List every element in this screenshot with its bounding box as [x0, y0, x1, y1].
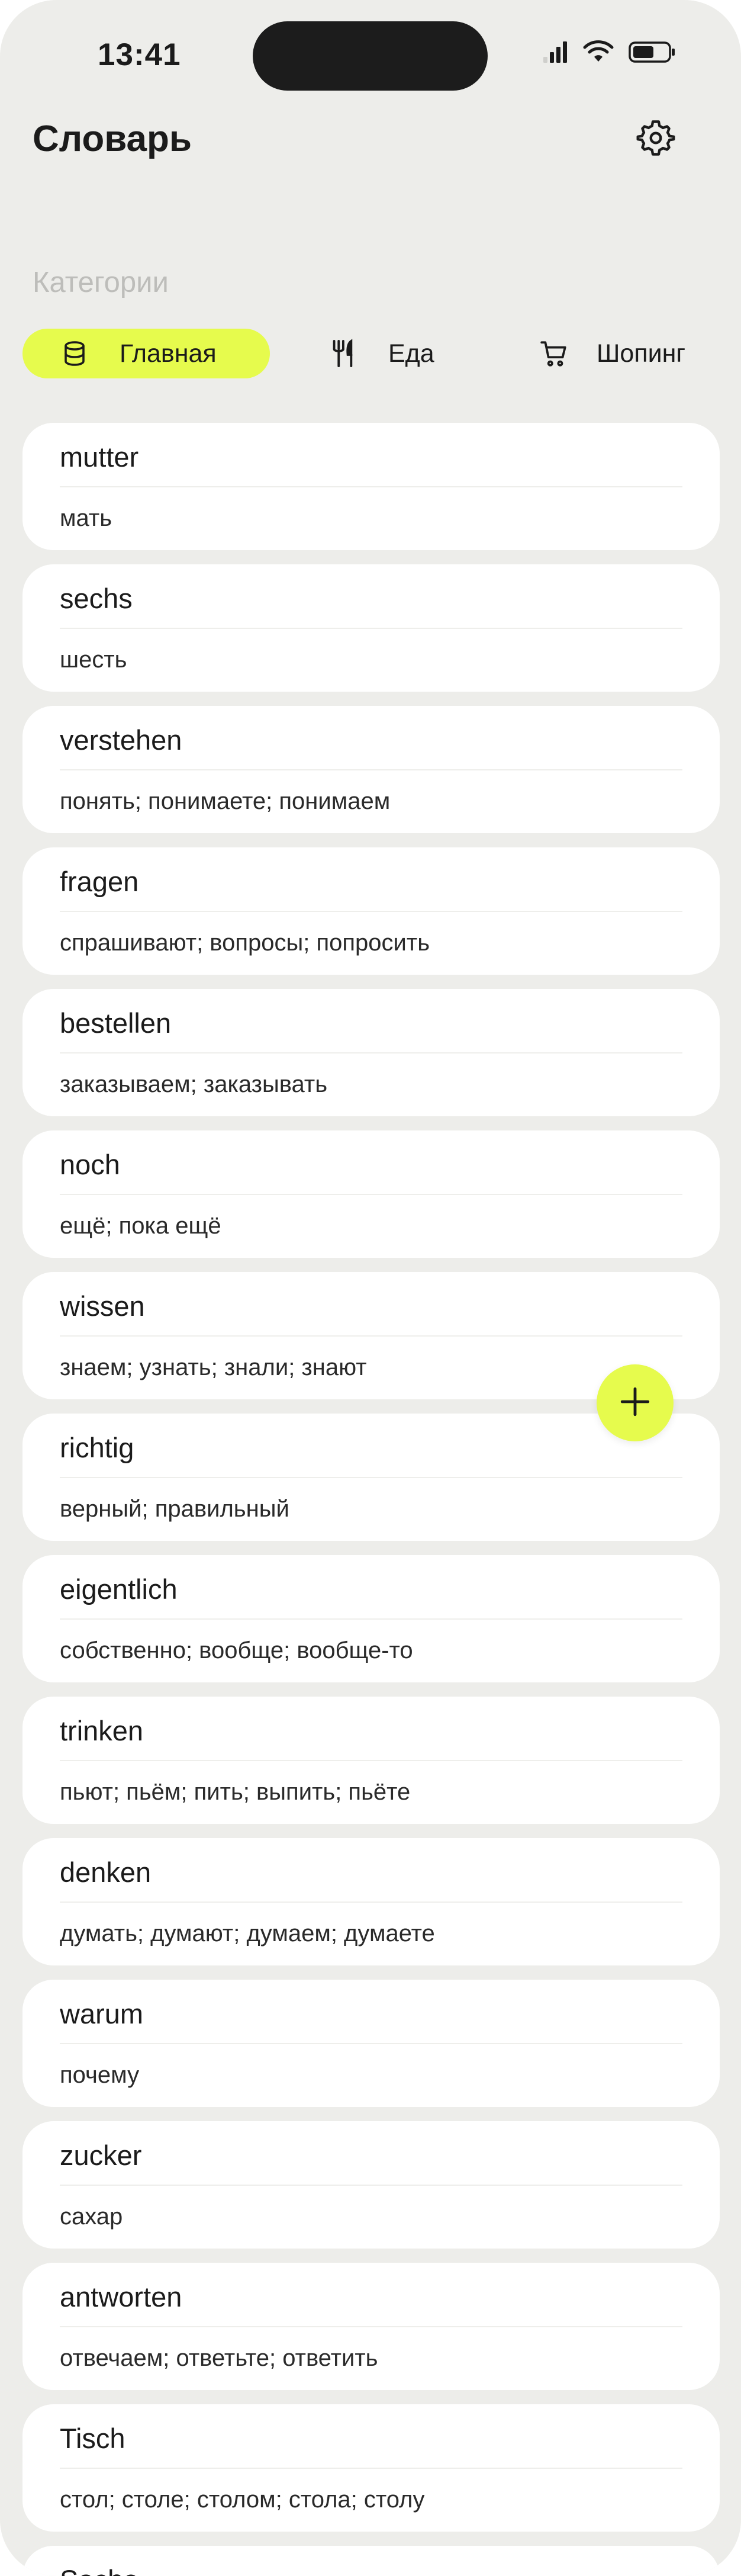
- word-card[interactable]: warum почему: [22, 1980, 720, 2107]
- word-card[interactable]: verstehen понять; понимаете; понимаем: [22, 706, 720, 833]
- category-tab-label: Шопинг: [597, 339, 686, 368]
- word-card[interactable]: antworten отвечаем; ответьте; ответить: [22, 2263, 720, 2390]
- word-translation: стол; столе; столом; стола; столу: [60, 2487, 425, 2513]
- status-icons: [542, 40, 676, 67]
- word-term: eigentlich: [60, 1573, 178, 1605]
- divider: [60, 486, 682, 487]
- word-translation: думать; думают; думаем; думаете: [60, 1920, 435, 1947]
- divider: [60, 1052, 682, 1053]
- category-tab-label: Главная: [120, 339, 217, 368]
- page-title: Словарь: [33, 118, 192, 159]
- dynamic-island: [253, 21, 488, 91]
- divider: [60, 2185, 682, 2186]
- app-header: Словарь: [0, 113, 741, 166]
- database-icon: [58, 337, 91, 370]
- word-translation: сахар: [60, 2204, 123, 2230]
- signal-icon: [542, 40, 568, 67]
- word-card[interactable]: Sache: [22, 2546, 720, 2576]
- word-term: warum: [60, 1998, 144, 2029]
- word-translation: заказываем; заказывать: [60, 1071, 328, 1097]
- divider: [60, 1760, 682, 1761]
- word-translation: спрашивают; вопросы; попросить: [60, 930, 430, 956]
- add-word-button[interactable]: [597, 1364, 674, 1441]
- word-card[interactable]: zucker сахар: [22, 2121, 720, 2249]
- word-card[interactable]: bestellen заказываем; заказывать: [22, 989, 720, 1116]
- word-term: richtig: [60, 1432, 134, 1463]
- word-term: trinken: [60, 1715, 144, 1746]
- word-card[interactable]: Tisch стол; столе; столом; стола; столу: [22, 2404, 720, 2532]
- category-tab-shopping[interactable]: Шопинг: [537, 329, 685, 378]
- word-term: Tisch: [60, 2423, 125, 2454]
- word-translation: мать: [60, 505, 112, 531]
- divider: [60, 769, 682, 770]
- word-term: mutter: [60, 441, 139, 473]
- word-term: noch: [60, 1149, 120, 1180]
- gear-icon: [636, 118, 675, 160]
- word-translation: верный; правильный: [60, 1496, 289, 1522]
- category-tab-label: Еда: [388, 339, 434, 368]
- divider: [60, 1477, 682, 1478]
- app-screen: 13:41 Словарь Категории Главная Еда Шопи…: [0, 0, 741, 2576]
- status-time: 13:41: [98, 37, 181, 72]
- word-card[interactable]: denken думать; думают; думаем; думаете: [22, 1838, 720, 1965]
- word-term: fragen: [60, 866, 139, 897]
- word-term: Sache: [60, 2562, 138, 2576]
- word-translation: почему: [60, 2062, 140, 2088]
- category-tab-food[interactable]: Еда: [326, 329, 434, 378]
- word-card[interactable]: mutter мать: [22, 423, 720, 550]
- word-term: verstehen: [60, 724, 182, 756]
- plus-icon: [618, 1385, 652, 1422]
- category-tab-main[interactable]: Главная: [22, 329, 270, 378]
- word-card[interactable]: fragen спрашивают; вопросы; попросить: [22, 847, 720, 975]
- divider: [60, 2468, 682, 2469]
- word-list: mutter мать sechs шесть verstehen понять…: [22, 423, 720, 2576]
- word-translation: отвечаем; ответьте; ответить: [60, 2345, 378, 2371]
- divider: [60, 1335, 682, 1337]
- word-term: denken: [60, 1856, 152, 1888]
- status-bar: 13:41: [0, 0, 741, 113]
- word-translation: шесть: [60, 647, 127, 673]
- word-translation: знаем; узнать; знали; знают: [60, 1354, 367, 1380]
- word-translation: ещё; пока ещё: [60, 1213, 221, 1239]
- wifi-icon: [582, 40, 614, 67]
- divider: [60, 628, 682, 629]
- word-card[interactable]: sechs шесть: [22, 564, 720, 692]
- divider: [60, 1194, 682, 1195]
- divider: [60, 911, 682, 912]
- category-tabs: Главная Еда Шопинг: [22, 329, 741, 378]
- word-card[interactable]: eigentlich собственно; вообще; вообще-то: [22, 1555, 720, 1682]
- word-card[interactable]: noch ещё; пока ещё: [22, 1130, 720, 1258]
- divider: [60, 2043, 682, 2044]
- word-translation: понять; понимаете; понимаем: [60, 788, 391, 814]
- battery-icon: [629, 40, 676, 67]
- settings-button[interactable]: [633, 116, 679, 162]
- word-term: sechs: [60, 583, 133, 614]
- word-translation: пьют; пьём; пить; выпить; пьёте: [60, 1779, 411, 1805]
- categories-heading: Категории: [33, 266, 169, 298]
- cart-icon: [537, 337, 571, 370]
- word-term: bestellen: [60, 1007, 172, 1039]
- divider: [60, 2326, 682, 2327]
- divider: [60, 1902, 682, 1903]
- divider: [60, 1618, 682, 1620]
- word-card[interactable]: trinken пьют; пьём; пить; выпить; пьёте: [22, 1697, 720, 1824]
- word-term: antworten: [60, 2281, 182, 2312]
- fork-knife-icon: [326, 337, 359, 370]
- word-term: zucker: [60, 2140, 142, 2171]
- word-translation: собственно; вообще; вообще-то: [60, 1637, 413, 1663]
- word-term: wissen: [60, 1290, 145, 1322]
